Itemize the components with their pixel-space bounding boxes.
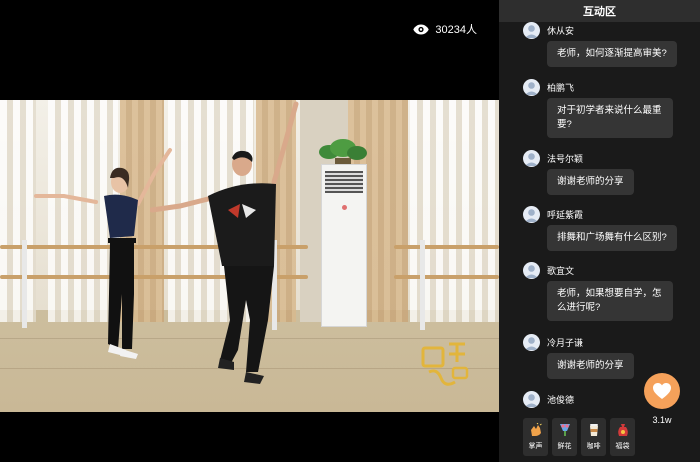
message-username: 法号尔颖 (547, 154, 584, 164)
chat-header: 互动区 (499, 0, 700, 22)
eye-icon (413, 24, 430, 34)
gift-label: 鲜花 (557, 443, 572, 450)
viewer-count: 30234人 (413, 21, 477, 37)
gift-lucky-bag[interactable]: 福袋 (610, 418, 635, 456)
like-area: 3.1w (643, 373, 681, 425)
viewer-count-text: 30234人 (435, 24, 477, 36)
coffee-icon (589, 424, 598, 436)
ballet-barre (394, 275, 499, 279)
message-bubble: 谢谢老师的分享 (547, 353, 634, 379)
lucky-bag-icon (617, 424, 628, 436)
gift-label: 福袋 (615, 443, 630, 450)
avatar (523, 391, 540, 408)
gift-label: 咖啡 (586, 443, 601, 450)
message-username: 呼延紫霞 (547, 210, 584, 220)
like-button[interactable] (644, 373, 680, 409)
barre-post (22, 240, 27, 328)
like-count: 3.1w (652, 415, 672, 425)
avatar (523, 22, 540, 39)
avatar (523, 334, 540, 351)
program-logo (421, 342, 469, 386)
message-username: 歌宜文 (547, 266, 575, 276)
chat-panel: 互动区 休从安 老师，如何逐渐提高审美? 柏鹏飞 对于初学者来说什么最重要? 法… (499, 0, 700, 462)
message-bubble: 老师，如果想要自学，怎么进行呢? (547, 281, 673, 321)
air-conditioner (321, 164, 367, 327)
avatar (523, 206, 540, 223)
potted-plant (319, 139, 367, 166)
ballet-barre (394, 245, 499, 249)
message-bubble: 对于初学者来说什么最重要? (547, 98, 673, 138)
heart-icon (653, 383, 671, 399)
gift-label: 掌声 (528, 443, 543, 450)
flower-icon (559, 424, 570, 436)
gift-bar: 掌声 鲜花 咖啡 福袋 (523, 418, 635, 456)
message-username: 柏鹏飞 (547, 83, 575, 93)
message-bubble: 排舞和广场舞有什么区别? (547, 225, 677, 251)
chat-title: 互动区 (583, 6, 616, 18)
message-username: 池俊德 (547, 395, 575, 405)
message-username: 冷月子谦 (547, 338, 584, 348)
video-player[interactable]: 30234人 (0, 0, 499, 462)
avatar (523, 262, 540, 279)
gift-coffee[interactable]: 咖啡 (581, 418, 606, 456)
message-username: 休从安 (547, 26, 575, 36)
avatar (523, 150, 540, 167)
message-bubble: 谢谢老师的分享 (547, 169, 634, 195)
video-frame[interactable] (0, 100, 499, 412)
dancer-male (150, 101, 299, 384)
gift-flower[interactable]: 鲜花 (552, 418, 577, 456)
message-bubble: 老师，如何逐渐提高审美? (547, 41, 677, 67)
avatar (523, 79, 540, 96)
clap-icon (530, 423, 542, 436)
barre-post (420, 240, 425, 330)
gift-clap[interactable]: 掌声 (523, 418, 548, 456)
